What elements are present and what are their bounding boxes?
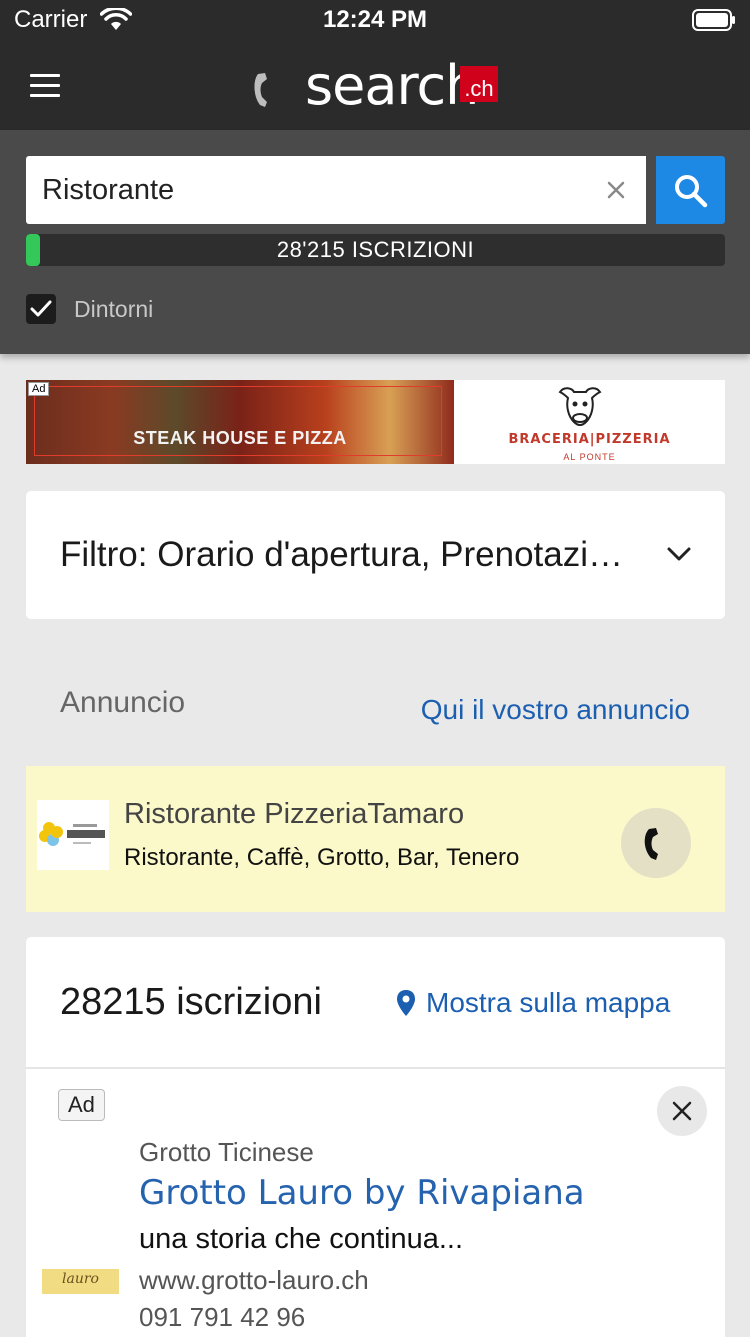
entry-description: una storia che continua... [139, 1223, 464, 1255]
tamaro-logo-icon [39, 822, 105, 846]
nearby-label[interactable]: Dintorni [74, 296, 153, 323]
dismiss-ad-button[interactable] [657, 1086, 707, 1136]
progress-label: 28'215 ISCRIZIONI [276, 237, 475, 262]
logo-wordmark: search [305, 54, 479, 117]
close-icon [672, 1101, 692, 1121]
filter-label: Filtro: Orario d'apertura, Prenotazione … [60, 535, 630, 574]
ad-badge: Ad [58, 1089, 105, 1121]
banner-image: Ad STEAK HOUSE E PIZZA [26, 380, 454, 464]
banner-ad-tag: Ad [28, 382, 50, 396]
banner-brand-panel: BRACERIA|PIZZERIA AL PONTE [454, 380, 725, 464]
results-card: 28215 iscrizioni Mostra sulla mappa Ad G… [26, 937, 725, 1337]
chevron-down-icon [667, 547, 691, 561]
logo-suffix: .ch [460, 66, 498, 102]
nav-bar: search .ch [0, 40, 750, 130]
phone-icon [644, 828, 658, 860]
results-progress-bar: 28'215 ISCRIZIONI [26, 234, 725, 266]
sponsored-subtitle: Ristorante, Caffè, Grotto, Bar, Tenero [124, 844, 520, 871]
close-icon[interactable] [600, 174, 632, 206]
search-button[interactable] [656, 156, 725, 224]
battery-icon [692, 9, 735, 31]
grotto-lauro-logo: lauro [42, 1269, 119, 1294]
entry-phone-link[interactable]: 091 791 42 96 [139, 1302, 305, 1333]
entry-title-link[interactable]: Grotto Lauro by Rivapiana [139, 1173, 585, 1213]
results-count: 28215 iscrizioni [60, 981, 322, 1023]
banner-ad[interactable]: Ad STEAK HOUSE E PIZZA BRACERIA|PIZZERIA… [26, 380, 725, 464]
sponsored-title[interactable]: Ristorante PizzeriaTamaro [124, 798, 464, 831]
banner-brand: BRACERIA|PIZZERIA [508, 432, 671, 447]
clock: 12:24 PM [322, 6, 428, 33]
phone-icon [254, 73, 267, 107]
tamaro-logo [37, 800, 109, 870]
ads-section-label: Annuncio [60, 686, 186, 719]
banner-headline: STEAK HOUSE E PIZZA [133, 428, 347, 448]
bull-logo-icon [558, 387, 602, 426]
map-pin-icon [397, 990, 415, 1016]
check-icon [30, 300, 52, 317]
sponsored-entry[interactable]: Ristorante PizzeriaTamaro Ristorante, Ca… [26, 766, 725, 912]
filter-dropdown[interactable]: Filtro: Orario d'apertura, Prenotazione … [26, 491, 725, 619]
search-icon [675, 175, 708, 208]
entry-website-link[interactable]: www.grotto-lauro.ch [139, 1265, 369, 1296]
search-panel: 28'215 ISCRIZIONI Dintorni [0, 130, 750, 354]
your-ad-here-link[interactable]: Qui il vostro annuncio [421, 694, 690, 726]
search-input[interactable] [26, 156, 646, 224]
banner-brand-sub: AL PONTE [563, 452, 616, 462]
status-bar: Carrier 12:24 PM [0, 0, 750, 40]
divider [26, 1067, 725, 1069]
logo-script: lauro [62, 1271, 99, 1287]
map-link-label: Mostra sulla mappa [426, 987, 671, 1018]
call-button[interactable] [621, 808, 691, 878]
nearby-checkbox[interactable] [26, 294, 56, 324]
hamburger-icon[interactable] [30, 74, 60, 98]
entry-category: Grotto Ticinese [139, 1137, 314, 1167]
